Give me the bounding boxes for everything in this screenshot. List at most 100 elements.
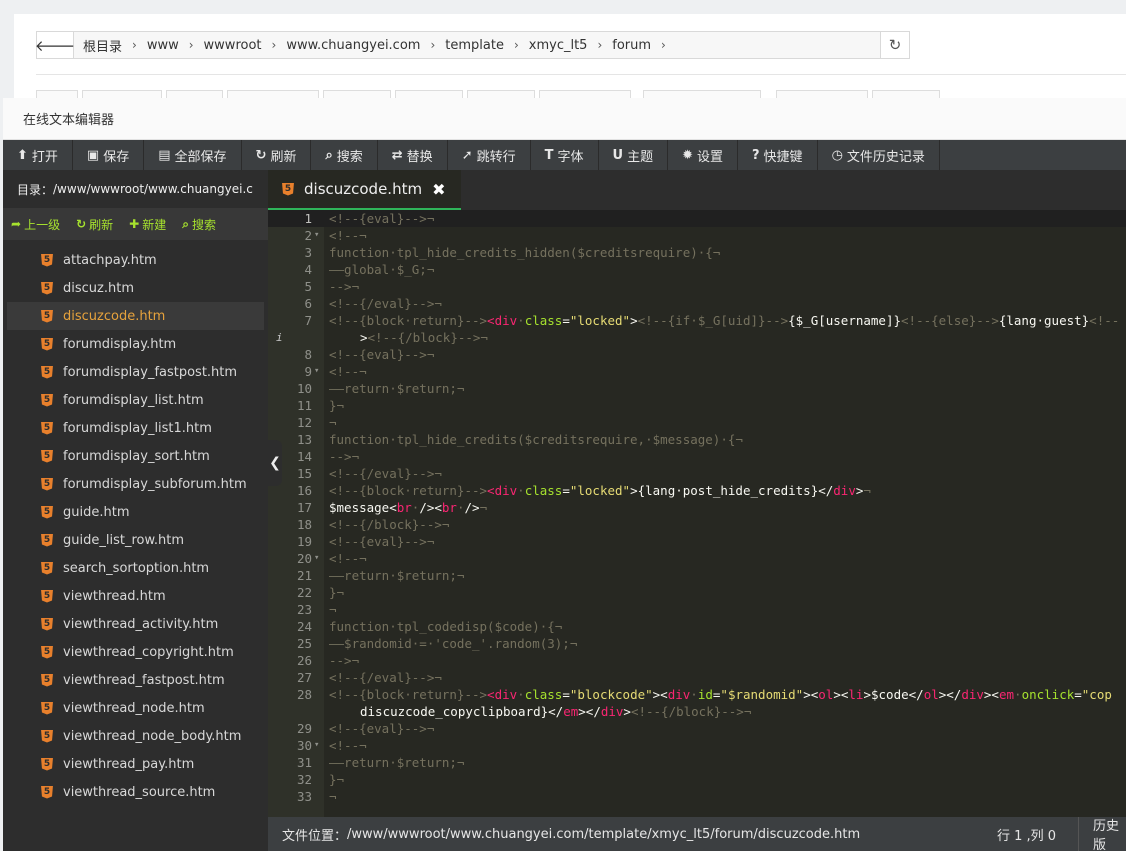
breadcrumb-item[interactable]: forum — [609, 38, 654, 53]
file-item[interactable]: 5 discuzcode.htm — [7, 302, 264, 330]
file-item[interactable]: 5 forumdisplay_list1.htm — [7, 414, 264, 442]
fold-arrow-icon[interactable]: ▾ — [314, 737, 319, 754]
sidebar-action-button[interactable]: ↻ 刷新 — [68, 216, 121, 233]
code-token: <div — [487, 483, 518, 498]
toolbar-button[interactable]: ⇄ 替换 — [378, 140, 448, 170]
tab-discuzcode[interactable]: 5 discuzcode.htm ✖ — [268, 170, 462, 210]
code-token: <!--¬ — [329, 738, 367, 753]
line-number: 8 — [304, 347, 312, 362]
line-number: 19 — [296, 534, 312, 549]
code-text: <!--{block·return}--><div·class="locked"… — [329, 482, 871, 499]
toolbar-button[interactable]: ? 快捷键 — [738, 140, 818, 170]
file-item[interactable]: 5 viewthread_copyright.htm — [7, 638, 264, 666]
close-tab-icon[interactable]: ✖ — [432, 180, 445, 199]
breadcrumb-item[interactable]: www.chuangyei.com — [283, 38, 423, 53]
file-item[interactable]: 5 viewthread_node_body.htm — [7, 722, 264, 750]
file-item[interactable]: 5 viewthread_node.htm — [7, 694, 264, 722]
code-text: ——return·$return;¬ — [329, 754, 464, 771]
code-token: <!-- — [1089, 313, 1120, 328]
file-name: forumdisplay.htm — [63, 336, 177, 352]
file-item[interactable]: 5 viewthread_activity.htm — [7, 610, 264, 638]
file-item[interactable]: 5 guide.htm — [7, 498, 264, 526]
code-token: }¬ — [329, 772, 345, 787]
code-token: function·tpl_hide_credits($creditsrequir… — [329, 432, 743, 447]
file-item[interactable]: 5 search_sortoption.htm — [7, 554, 264, 582]
toolbar-button-label: 跳转行 — [476, 149, 516, 165]
toolbar-button[interactable]: ➚ 跳转行 — [448, 140, 531, 170]
code-token: }¬ — [329, 585, 345, 600]
breadcrumb-item[interactable]: 根目录 — [80, 36, 125, 55]
code-text: ¬ — [329, 601, 337, 618]
code-line: 9 ▾ <!--¬ — [268, 363, 1126, 380]
breadcrumb-item[interactable]: www — [144, 38, 182, 53]
file-item[interactable]: 5 forumdisplay_list.htm — [7, 386, 264, 414]
html5-icon: 5 — [41, 393, 53, 407]
code-token: <!--{/block}-->¬ — [367, 330, 488, 345]
code-token: onclick — [1021, 687, 1075, 702]
toolbar-button[interactable]: ✹ 设置 — [668, 140, 738, 170]
collapse-sidebar-icon[interactable]: ❮ — [268, 440, 282, 486]
line-number: 25 — [296, 636, 312, 651]
code-token: > — [360, 330, 368, 345]
file-item[interactable]: 5 guide_list_row.htm — [7, 526, 264, 554]
code-token: · — [690, 687, 698, 702]
code-line: i ><!--{/block}-->¬ — [268, 329, 1126, 346]
sidebar-action-button[interactable]: ⌕ 搜索 — [174, 216, 224, 233]
toolbar-button[interactable]: T 字体 — [531, 140, 599, 170]
code-line: 19 <!--{eval}-->¬ — [268, 533, 1126, 550]
back-arrow-icon[interactable]: 🡐 — [35, 32, 75, 58]
line-number: 4 — [304, 262, 312, 277]
file-location: /www/wwwroot/www.chuangyei.com/template/… — [347, 826, 861, 842]
html5-icon: 5 — [41, 421, 53, 435]
toolbar-button[interactable]: ▣ 保存 — [73, 140, 145, 170]
breadcrumb: 根目录 › www › wwwroot › www.chuangyei.com › templa… — [74, 32, 880, 58]
code-line: 22}¬ — [268, 584, 1126, 601]
code-editor[interactable]: 1 <!--{eval}-->¬ 2 ▾ <!--¬ 3 function·tpl_hide… — [268, 210, 1126, 817]
fold-arrow-icon[interactable]: ▾ — [314, 363, 319, 380]
toolbar-button[interactable]: U 主题 — [599, 140, 669, 170]
html5-icon: 5 — [41, 281, 53, 295]
file-item[interactable]: 5 attachpay.htm — [7, 246, 264, 274]
chevron-right-icon: › — [271, 38, 277, 52]
history-icon: ◷ — [831, 147, 843, 163]
file-item[interactable]: 5 viewthread_source.htm — [7, 778, 264, 806]
line-number: 23 — [296, 602, 312, 617]
code-line: 6 <!--{/eval}-->¬ — [268, 295, 1126, 312]
fold-arrow-icon[interactable]: ▾ — [314, 550, 319, 567]
file-item[interactable]: 5 forumdisplay_sort.htm — [7, 442, 264, 470]
fold-arrow-icon[interactable]: ▾ — [314, 227, 319, 244]
toolbar-button[interactable]: ↻ 刷新 — [242, 140, 312, 170]
toolbar-button[interactable]: ▤ 全部保存 — [144, 140, 242, 170]
toolbar-button[interactable]: ⌕ 搜索 — [311, 140, 378, 170]
file-item[interactable]: 5 viewthread.htm — [7, 582, 264, 610]
toolbar-button[interactable]: ⬆ 打开 — [3, 140, 73, 170]
toolbar-button-label: 快捷键 — [763, 149, 803, 165]
file-item[interactable]: 5 viewthread_pay.htm — [7, 750, 264, 778]
refresh-icon[interactable]: ↻ — [880, 32, 909, 58]
code-text: <!--{/block}-->¬ — [329, 516, 449, 533]
code-line: 13 function·tpl_hide_credits($creditsrequ… — [268, 431, 1126, 448]
sidebar-action-button[interactable]: ✚ 新建 — [121, 216, 174, 233]
chevron-right-icon: › — [188, 38, 194, 52]
code-text: <!--¬ — [329, 363, 367, 380]
code-token: -->¬ — [329, 279, 360, 294]
breadcrumb-item[interactable]: template — [442, 38, 507, 53]
file-name: forumdisplay_subforum.htm — [63, 476, 247, 492]
file-item[interactable]: 5 forumdisplay.htm — [7, 330, 264, 358]
file-item[interactable]: 5 forumdisplay_fastpost.htm — [7, 358, 264, 386]
code-token: >< — [833, 687, 849, 702]
code-text: <!--{eval}-->¬ — [329, 210, 434, 227]
file-item[interactable]: 5 viewthread_fastpost.htm — [7, 666, 264, 694]
code-token: <!--¬ — [329, 228, 367, 243]
line-number: 30 — [296, 738, 312, 753]
code-token: div — [600, 704, 624, 719]
breadcrumb-item[interactable]: wwwroot — [201, 38, 265, 53]
breadcrumb-item[interactable]: xmyc_lt5 — [526, 38, 591, 53]
history-version-button[interactable]: 历史版 — [1078, 817, 1126, 851]
code-text: <!--{/eval}-->¬ — [329, 465, 442, 482]
file-item[interactable]: 5 discuz.htm — [7, 274, 264, 302]
file-item[interactable]: 5 forumdisplay_subforum.htm — [7, 470, 264, 498]
sidebar-action-label: 新建 — [142, 217, 167, 232]
toolbar-button[interactable]: ◷ 文件历史记录 — [818, 140, 940, 170]
sidebar-action-button[interactable]: ➦ 上一级 — [3, 216, 68, 233]
